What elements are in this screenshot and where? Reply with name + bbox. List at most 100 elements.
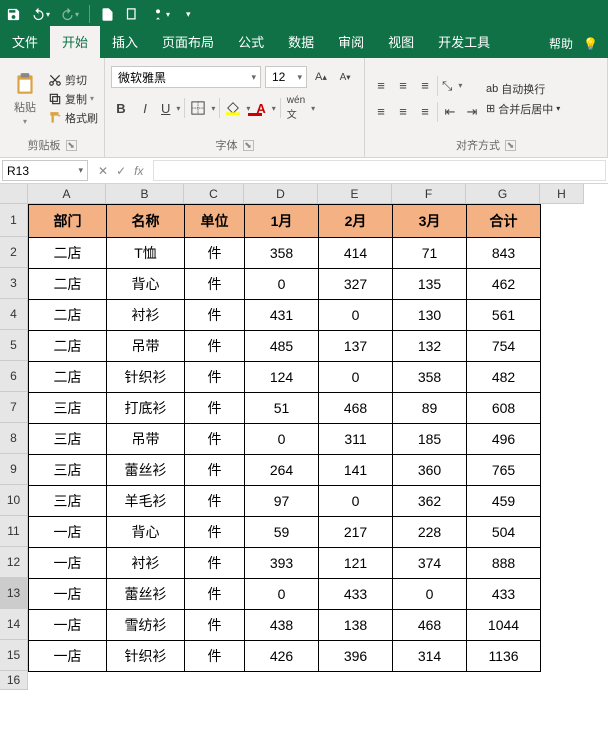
cut-button[interactable]: 剪切 — [48, 72, 98, 88]
row-header[interactable]: 11 — [0, 516, 28, 547]
name-box[interactable]: R13 — [2, 160, 88, 181]
increase-indent-icon[interactable]: ⇥ — [462, 101, 482, 123]
row-header[interactable]: 15 — [0, 640, 28, 671]
wrap-text-button[interactable]: ab自动换行 — [486, 81, 560, 97]
table-row[interactable]: 二店背心件0327135462 — [29, 269, 541, 300]
table-row[interactable]: 三店打底衫件5146889608 — [29, 393, 541, 424]
tab-data[interactable]: 数据 — [276, 26, 326, 58]
row-header[interactable]: 10 — [0, 485, 28, 516]
align-top-icon[interactable]: ≡ — [371, 75, 391, 97]
row-header[interactable]: 12 — [0, 547, 28, 578]
touch-mode-icon[interactable]: ▾ — [150, 6, 170, 22]
table-row[interactable]: 一店衬衫件393121374888 — [29, 548, 541, 579]
quick-access-toolbar: ▾ ▾ ▾ ▾ — [0, 0, 608, 28]
clipboard-launcher-icon[interactable]: ⬊ — [66, 140, 77, 151]
tab-page-layout[interactable]: 页面布局 — [150, 26, 226, 58]
table-row[interactable]: 三店吊带件0311185496 — [29, 424, 541, 455]
tell-me-icon[interactable]: 💡 — [583, 37, 598, 51]
table-row[interactable]: 二店吊带件485137132754 — [29, 331, 541, 362]
row-header[interactable]: 2 — [0, 237, 28, 268]
select-all-corner[interactable] — [0, 184, 28, 204]
copy-button[interactable]: 复制▾ — [48, 91, 98, 107]
fx-icon[interactable]: fx — [134, 164, 143, 178]
row-header[interactable]: 3 — [0, 268, 28, 299]
redo-icon[interactable]: ▾ — [60, 7, 79, 22]
table-row[interactable]: 三店蕾丝衫件264141360765 — [29, 455, 541, 486]
tab-view[interactable]: 视图 — [376, 26, 426, 58]
tab-file[interactable]: 文件 — [0, 26, 50, 58]
paste-button[interactable]: 粘贴 ▾ — [6, 62, 44, 135]
align-right-icon[interactable]: ≡ — [415, 101, 435, 123]
row-header[interactable]: 7 — [0, 392, 28, 423]
fill-color-button[interactable] — [224, 97, 250, 119]
bold-button[interactable]: B — [111, 97, 131, 119]
formula-input[interactable] — [153, 160, 606, 181]
customize-qat-icon[interactable]: ▾ — [186, 9, 191, 20]
group-font: 微软雅黑 12 A▴ A▾ B I U A wén文 字体⬊ — [105, 58, 365, 157]
undo-icon[interactable]: ▾ — [31, 7, 50, 22]
row-headers[interactable]: 12345678910111213141516 — [0, 204, 28, 690]
underline-button[interactable]: U — [159, 97, 180, 119]
increase-font-icon[interactable]: A▴ — [311, 66, 331, 88]
tab-formulas[interactable]: 公式 — [226, 26, 276, 58]
table-row[interactable]: 一店背心件59217228504 — [29, 517, 541, 548]
new-file-icon[interactable] — [100, 7, 115, 22]
font-color-button[interactable]: A — [254, 97, 275, 119]
ribbon: 粘贴 ▾ 剪切 复制▾ 格式刷 剪贴板⬊ 微软雅黑 12 A▴ A▾ B I U — [0, 58, 608, 158]
row-header[interactable]: 14 — [0, 609, 28, 640]
table-row[interactable]: 一店针织衫件4263963141136 — [29, 641, 541, 672]
save-icon[interactable] — [6, 7, 21, 22]
decrease-font-icon[interactable]: A▾ — [335, 66, 355, 88]
data-table[interactable]: 部门名称单位1月2月3月合计二店T恤件35841471843二店背心件03271… — [28, 204, 541, 672]
border-button[interactable] — [189, 97, 215, 119]
table-row[interactable]: 一店雪纺衫件4381384681044 — [29, 610, 541, 641]
tab-developer[interactable]: 开发工具 — [426, 26, 502, 58]
tab-help[interactable]: 帮助 — [549, 35, 573, 52]
font-name-select[interactable]: 微软雅黑 — [111, 66, 261, 88]
font-size-select[interactable]: 12 — [265, 66, 307, 88]
col-header[interactable]: A — [28, 184, 106, 204]
tab-review[interactable]: 审阅 — [326, 26, 376, 58]
col-header[interactable]: E — [318, 184, 392, 204]
align-launcher-icon[interactable]: ⬊ — [505, 140, 516, 151]
cancel-formula-icon[interactable]: ✕ — [98, 164, 108, 178]
align-bottom-icon[interactable]: ≡ — [415, 75, 435, 97]
col-header[interactable]: F — [392, 184, 466, 204]
column-headers[interactable]: ABCDEFGH — [28, 184, 584, 204]
align-middle-icon[interactable]: ≡ — [393, 75, 413, 97]
table-row[interactable]: 二店衬衫件4310130561 — [29, 300, 541, 331]
formula-bar: R13 ✕ ✓ fx — [0, 158, 608, 184]
decrease-indent-icon[interactable]: ⇤ — [440, 101, 460, 123]
italic-button[interactable]: I — [135, 97, 155, 119]
row-header[interactable]: 6 — [0, 361, 28, 392]
group-alignment: ≡ ≡ ≡ ⤡ ≡ ≡ ≡ ⇤ ⇥ ab自动换行 ⊞合并后居中▾ — [365, 58, 608, 157]
col-header[interactable]: D — [244, 184, 318, 204]
table-row[interactable]: 三店羊毛衫件970362459 — [29, 486, 541, 517]
font-launcher-icon[interactable]: ⬊ — [243, 140, 254, 151]
open-file-icon[interactable] — [125, 7, 140, 22]
row-header[interactable]: 4 — [0, 299, 28, 330]
table-row[interactable]: 一店蕾丝衫件04330433 — [29, 579, 541, 610]
table-row[interactable]: 二店T恤件35841471843 — [29, 238, 541, 269]
col-header[interactable]: B — [106, 184, 184, 204]
row-header[interactable]: 1 — [0, 204, 28, 237]
col-header[interactable]: G — [466, 184, 540, 204]
col-header[interactable]: H — [540, 184, 584, 204]
tab-home[interactable]: 开始 — [50, 26, 100, 58]
row-header[interactable]: 5 — [0, 330, 28, 361]
row-header[interactable]: 8 — [0, 423, 28, 454]
row-header[interactable]: 16 — [0, 671, 28, 690]
align-left-icon[interactable]: ≡ — [371, 101, 391, 123]
ribbon-tabs: 文件 开始 插入 页面布局 公式 数据 审阅 视图 开发工具 帮助 💡 — [0, 28, 608, 58]
format-painter-button[interactable]: 格式刷 — [48, 110, 98, 126]
merge-center-button[interactable]: ⊞合并后居中▾ — [486, 101, 560, 117]
col-header[interactable]: C — [184, 184, 244, 204]
tab-insert[interactable]: 插入 — [100, 26, 150, 58]
table-row[interactable]: 二店针织衫件1240358482 — [29, 362, 541, 393]
align-center-icon[interactable]: ≡ — [393, 101, 413, 123]
row-header[interactable]: 9 — [0, 454, 28, 485]
phonetic-button[interactable]: wén文 — [285, 97, 315, 119]
enter-formula-icon[interactable]: ✓ — [116, 164, 126, 178]
row-header[interactable]: 13 — [0, 578, 28, 609]
orientation-icon[interactable]: ⤡ — [440, 75, 462, 97]
